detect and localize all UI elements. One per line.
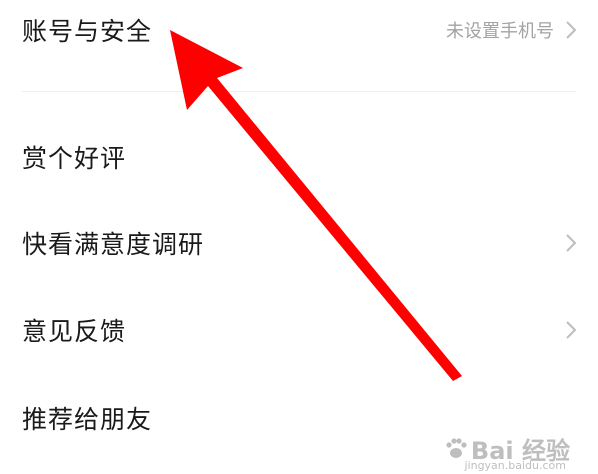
watermark-url: jingyan.baidu.com: [464, 459, 566, 472]
satisfaction-survey-row[interactable]: 快看满意度调研: [0, 213, 598, 273]
section-divider: [22, 91, 576, 92]
rate-app-label: 赏个好评: [22, 144, 127, 173]
chevron-right-icon: [566, 321, 577, 339]
share-friends-label: 推荐给朋友: [22, 405, 153, 434]
feedback-row[interactable]: 意见反馈: [0, 300, 598, 360]
settings-screen: 账号与安全 未设置手机号 赏个好评 快看满意度调研 意见反馈 推荐给朋友 Bai…: [0, 0, 598, 474]
phone-status-value: 未设置手机号: [446, 21, 554, 42]
feedback-label: 意见反馈: [22, 317, 127, 346]
share-friends-row[interactable]: 推荐给朋友: [0, 388, 598, 448]
rate-app-row[interactable]: 赏个好评: [0, 127, 598, 187]
account-security-label: 账号与安全: [22, 17, 153, 46]
chevron-right-icon: [566, 21, 577, 39]
chevron-right-icon: [566, 234, 577, 252]
account-security-row[interactable]: 账号与安全 未设置手机号: [0, 0, 598, 60]
satisfaction-survey-label: 快看满意度调研: [22, 230, 205, 259]
